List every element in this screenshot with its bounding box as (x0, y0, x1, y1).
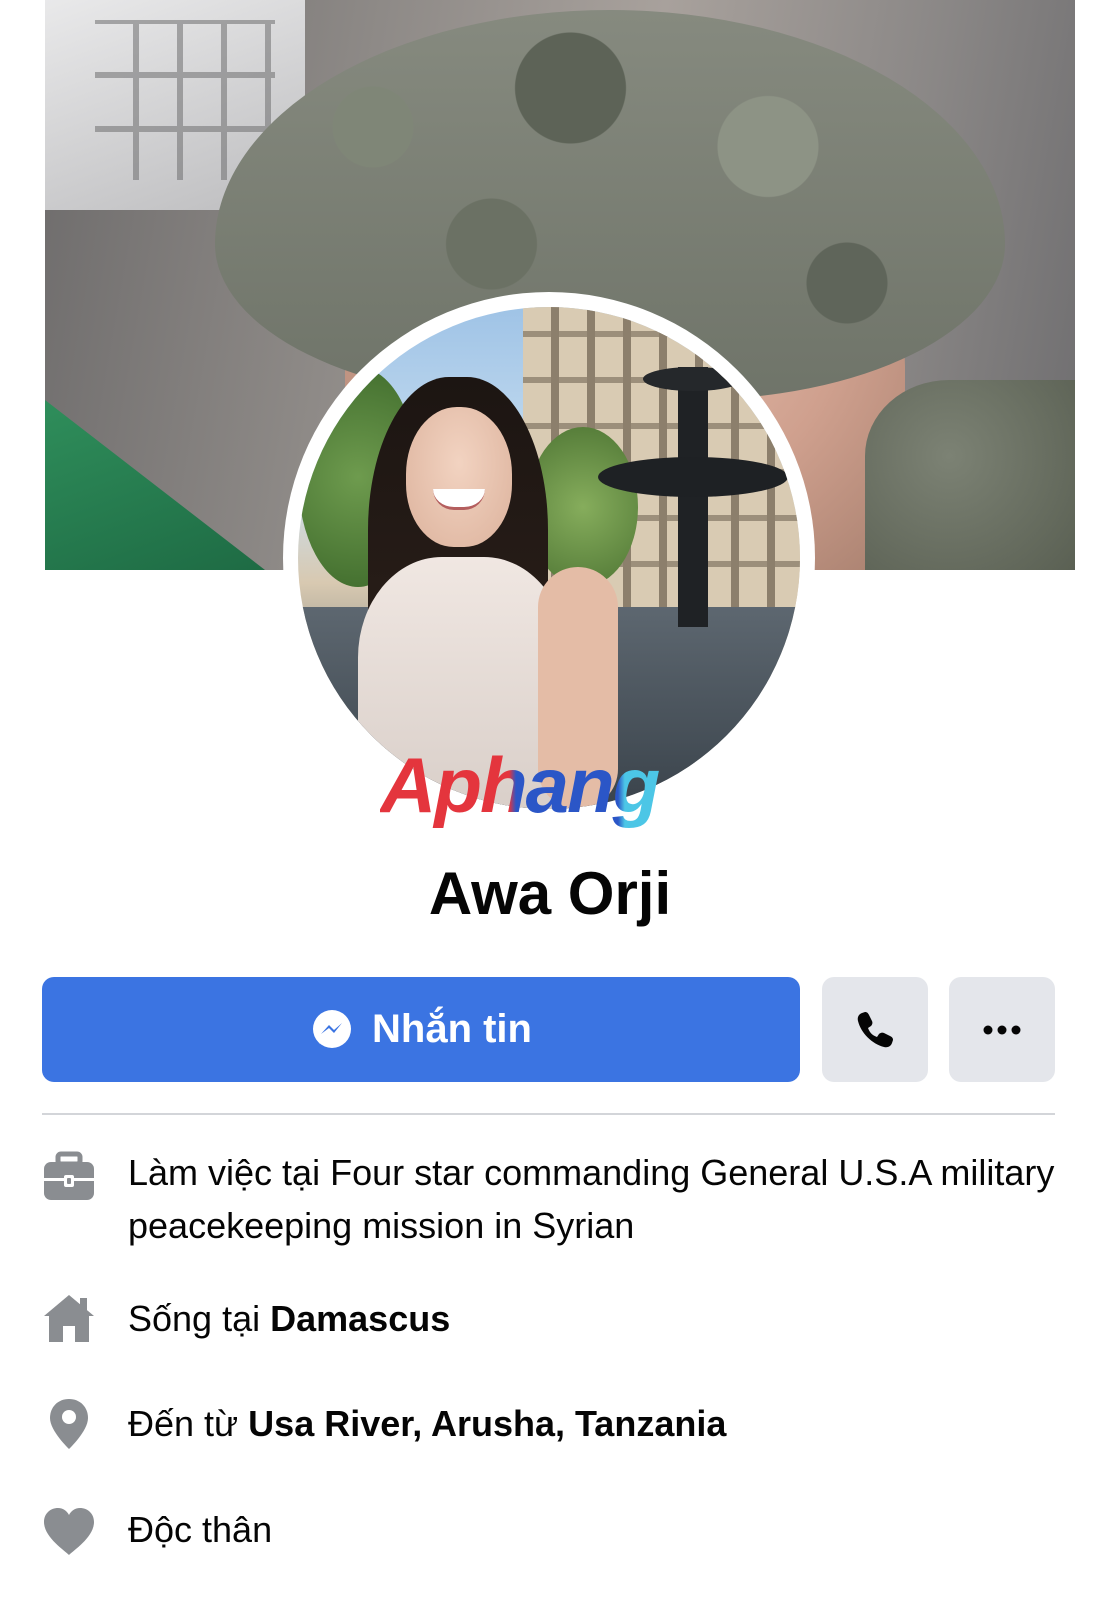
cover-shoulder (865, 380, 1075, 570)
info-lives-text: Sống tại Damascus (128, 1292, 1058, 1345)
info-relationship-value: Độc thân (128, 1509, 273, 1550)
home-icon (44, 1295, 94, 1342)
messenger-icon (313, 1009, 351, 1048)
info-from-text: Đến từ Usa River, Arusha, Tanzania (128, 1397, 1058, 1450)
call-button[interactable] (822, 977, 928, 1082)
section-divider (42, 1113, 1055, 1115)
info-from-prefix: Đến từ (128, 1403, 239, 1444)
more-dots-icon (983, 1025, 1021, 1034)
info-lives-prefix: Sống tại (128, 1298, 261, 1339)
message-button[interactable]: Nhắn tin (42, 977, 800, 1082)
heart-icon (44, 1508, 94, 1555)
info-from-value[interactable]: Usa River, Arusha, Tanzania (248, 1403, 726, 1444)
profile-page: Aphang Awa Orji Nhắn tin Làm việc tại Fo… (0, 0, 1119, 1600)
info-lives-value[interactable]: Damascus (270, 1298, 450, 1339)
profile-picture[interactable] (298, 307, 800, 809)
cover-green-floor (45, 400, 265, 570)
briefcase-icon (44, 1151, 94, 1200)
more-button[interactable] (949, 977, 1055, 1082)
phone-icon (857, 1011, 893, 1047)
message-button-label: Nhắn tin (372, 1007, 532, 1051)
location-pin-icon (50, 1399, 88, 1449)
watermark-logo: Aphang (380, 742, 720, 828)
profile-name: Awa Orji (428, 860, 672, 927)
info-relationship-text: Độc thân (128, 1503, 1058, 1556)
info-work-prefix: Làm việc tại (128, 1152, 321, 1193)
info-work-text: Làm việc tại Four star commanding Genera… (128, 1146, 1058, 1252)
